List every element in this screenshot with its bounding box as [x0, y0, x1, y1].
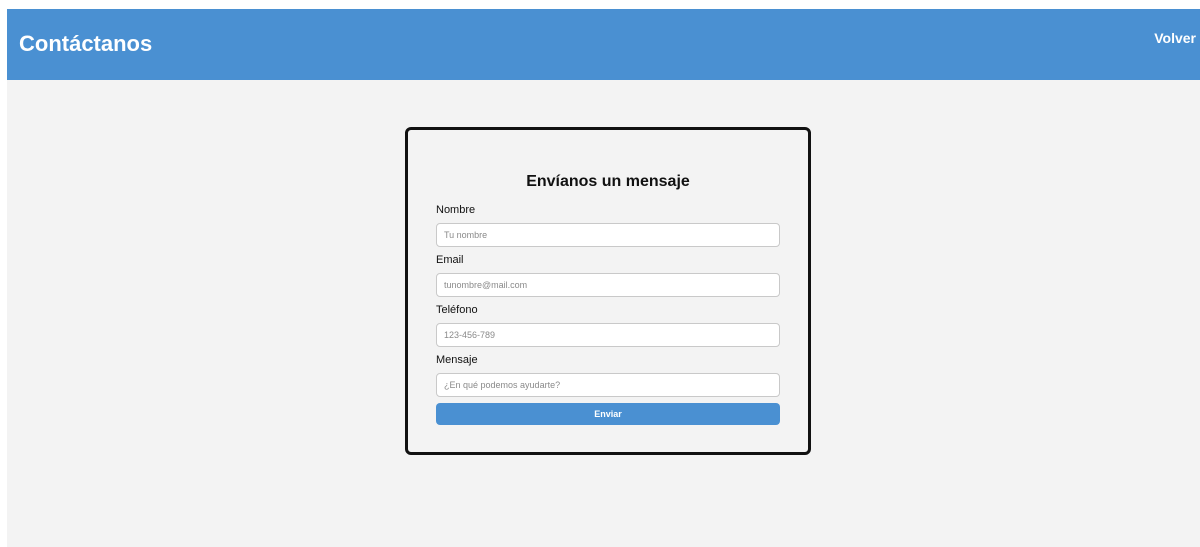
contact-form-card: Envíanos un mensaje Nombre Email Teléfon… [405, 127, 811, 455]
email-label: Email [436, 254, 464, 266]
name-input[interactable] [436, 223, 780, 247]
message-label: Mensaje [436, 354, 478, 366]
phone-label: Teléfono [436, 304, 478, 316]
site-header: Contáctanos Volver [7, 9, 1200, 80]
message-input[interactable] [436, 373, 780, 397]
form-title: Envíanos un mensaje [526, 173, 690, 190]
send-button[interactable]: Enviar [436, 403, 780, 425]
email-input[interactable] [436, 273, 780, 297]
page-title: Contáctanos [19, 31, 153, 56]
back-link[interactable]: Volver [1154, 30, 1196, 46]
page-background: Contáctanos Volver Envíanos un mensaje N… [7, 9, 1200, 547]
name-label: Nombre [436, 204, 476, 216]
phone-input[interactable] [436, 323, 780, 347]
